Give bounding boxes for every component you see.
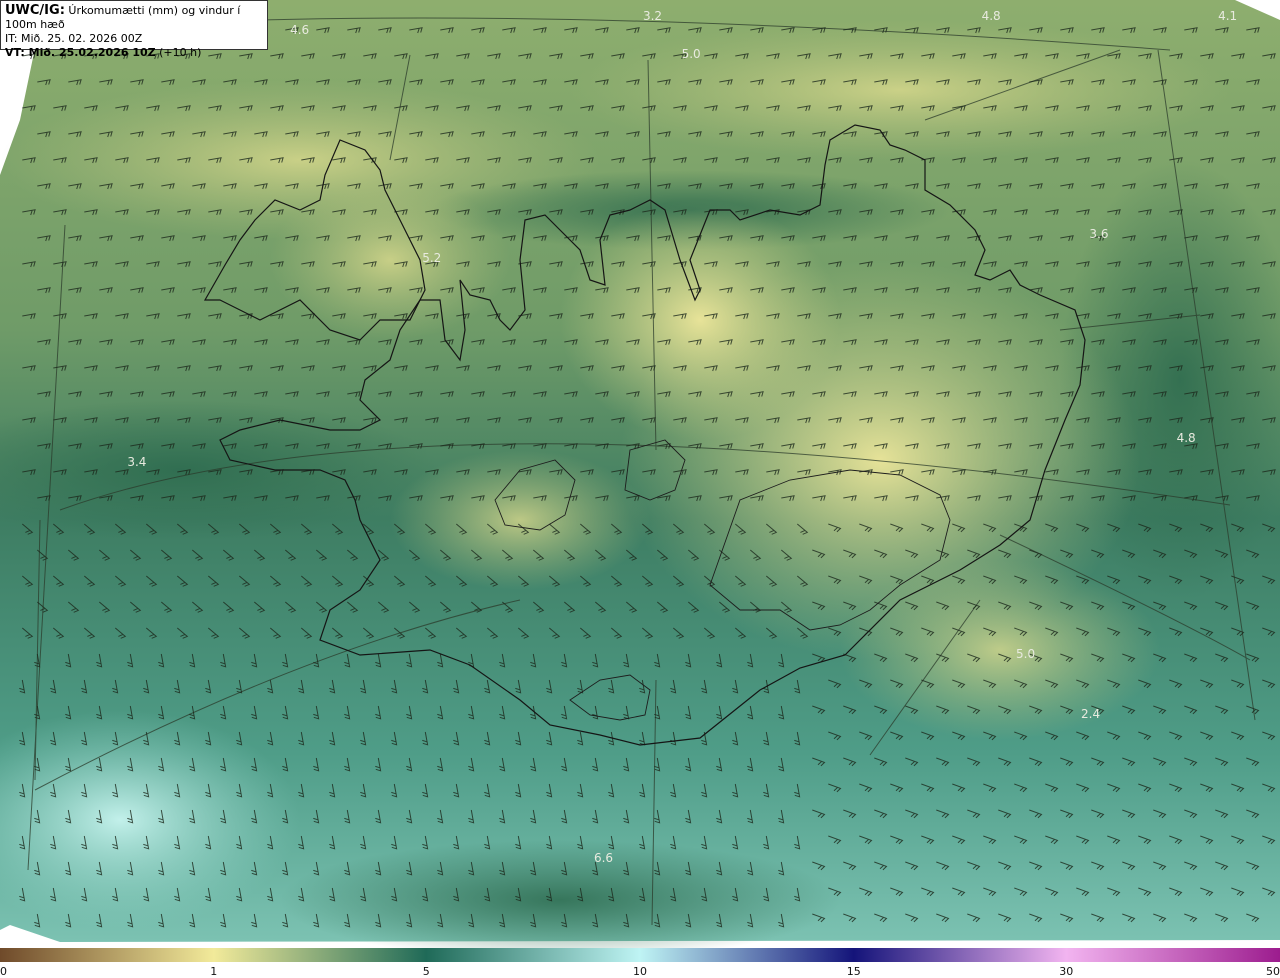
map-canvas: 3.2 4.8 4.1 4.6 5.0 3.6 5.2 4.8 3.4 5.0 2.4 6.6 — [0, 0, 1280, 948]
colorbar-tick: 1 — [210, 965, 218, 978]
precip-value-label: 3.6 — [1089, 227, 1108, 241]
colorbar-legend: 0 1 5 10 15 30 50 — [0, 948, 1280, 978]
precip-value-label: 4.8 — [982, 9, 1001, 23]
precip-value-label: 5.0 — [1016, 647, 1035, 661]
init-time: IT: Mið. 25. 02. 2026 00Z — [5, 32, 143, 45]
lead-time: (+10 h) — [159, 46, 202, 59]
precip-value-label: 4.6 — [290, 23, 309, 37]
colorbar-tick: 0 — [0, 965, 7, 978]
colorbar-tick: 5 — [422, 965, 430, 978]
model-name: UWC/IG: — [5, 3, 65, 18]
title-line: UWC/IG: Úrkomumætti (mm) og vindur í 100… — [5, 4, 263, 32]
precip-value-label: 3.2 — [643, 9, 662, 23]
precip-value-label: 4.8 — [1177, 431, 1196, 445]
precip-value-label: 2.4 — [1081, 707, 1100, 721]
precip-value-label: 5.2 — [422, 251, 441, 265]
colorbar-tick: 50 — [1266, 965, 1280, 978]
precip-value-label: 5.0 — [682, 47, 701, 61]
valid-time: VT: Mið. 25.02.2026 10Z — [5, 46, 156, 59]
colorbar-tick: 10 — [633, 965, 647, 978]
precip-value-label: 6.6 — [594, 851, 613, 865]
precip-value-label: 3.4 — [127, 455, 146, 469]
colorbar — [0, 948, 1280, 962]
precip-value-label: 4.1 — [1218, 9, 1237, 23]
valid-time-line: VT: Mið. 25.02.2026 10Z (+10 h) — [5, 46, 263, 60]
colorbar-tick: 15 — [846, 965, 861, 978]
map-info-box: UWC/IG: Úrkomumætti (mm) og vindur í 100… — [0, 0, 268, 59]
colorbar-tick: 30 — [1059, 965, 1074, 978]
